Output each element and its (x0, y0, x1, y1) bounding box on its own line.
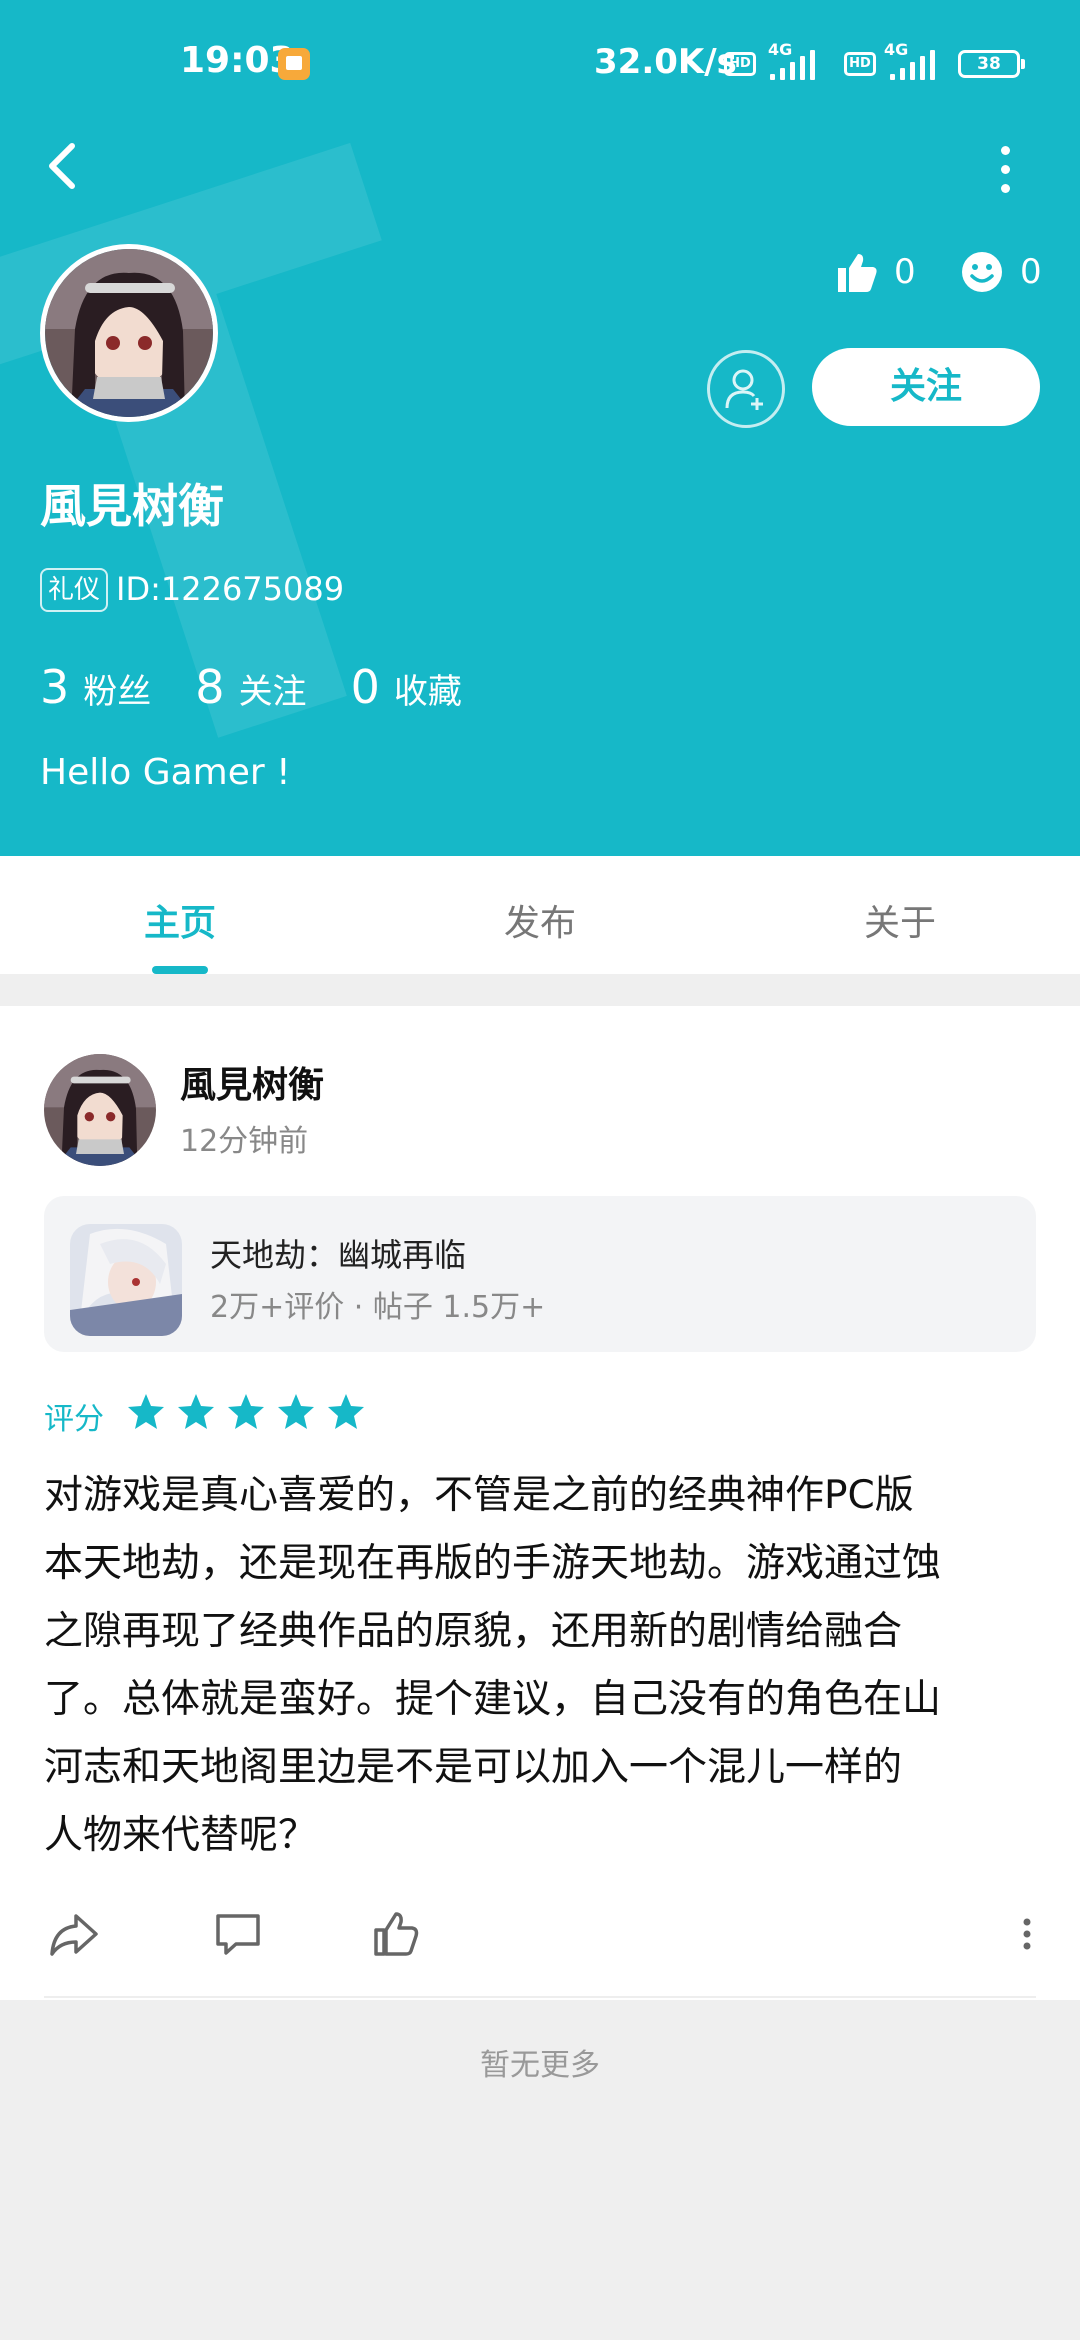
following-label[interactable]: 关注 (239, 664, 307, 713)
avatar[interactable] (40, 244, 218, 422)
tab-home[interactable]: 主页 (80, 894, 280, 946)
signal-icon-2 (890, 48, 950, 80)
likes-stat[interactable]: 0 (834, 250, 916, 294)
post-line: 本天地劫，还是现在再版的手游天地劫。游戏通过蚀 (44, 1541, 942, 1586)
followers-count[interactable]: 3 (40, 660, 69, 714)
post-line: 了。总体就是蛮好。提个建议，自己没有的角色在山 (44, 1677, 942, 1722)
more-vertical-icon (1023, 1918, 1031, 1950)
thumbs-up-outline-icon (374, 1912, 419, 1956)
post-line: 人物来代替呢？ (44, 1813, 318, 1858)
back-button[interactable] (38, 138, 88, 194)
follow-button[interactable]: 关注 (812, 348, 1040, 426)
post-card[interactable]: 風見树衡 12分钟前 天地劫：幽城再临 2万+评价 · 帖子 1.5万+ 评分 … (0, 1006, 1080, 2000)
post-line: 之隙再现了经典作品的原貌，还用新的剧情给融合 (44, 1609, 903, 1654)
post-line: 对游戏是真心喜爱的，不管是之前的经典神作PC版 (44, 1473, 914, 1518)
status-bar: 19:03 32.0K/s HD 4G HD 4G 38 (0, 0, 1080, 130)
post-line: 河志和天地阁里边是不是可以加入一个混儿一样的 (44, 1745, 903, 1790)
profile-header: T 19:03 32.0K/s HD 4G HD 4G 38 0 0 关注 風見… (0, 0, 1080, 856)
favorites-count[interactable]: 0 (351, 660, 380, 714)
post-author-avatar[interactable] (44, 1054, 156, 1166)
game-icon (70, 1224, 182, 1336)
star-icon (278, 1394, 314, 1429)
reactions-stat[interactable]: 0 (960, 250, 1042, 294)
smiley-icon (962, 252, 1002, 292)
game-meta: 2万+评价 · 帖子 1.5万+ (210, 1290, 546, 1325)
following-count[interactable]: 8 (195, 660, 224, 714)
post-more-button[interactable] (1012, 1906, 1042, 1962)
favorites-label[interactable]: 收藏 (394, 664, 462, 713)
game-link-card[interactable]: 天地劫：幽城再临 2万+评价 · 帖子 1.5万+ (44, 1196, 1036, 1352)
rating-stars (126, 1392, 376, 1432)
notification-app-icon (278, 48, 310, 80)
share-icon (50, 1914, 98, 1956)
user-badge[interactable]: 礼仪 (40, 568, 109, 612)
game-icon-image (70, 1224, 182, 1336)
comment-button[interactable] (210, 1906, 266, 1962)
more-vertical-icon (1000, 146, 1010, 155)
star-icon (128, 1394, 164, 1429)
avatar-image (45, 249, 213, 417)
tab-about[interactable]: 关于 (800, 894, 1000, 946)
likes-count: 0 (894, 252, 916, 292)
post-timestamp: 12分钟前 (180, 1124, 309, 1159)
avatar-image (44, 1054, 156, 1166)
add-friend-button[interactable] (707, 350, 785, 428)
like-button[interactable] (368, 1906, 424, 1962)
share-button[interactable] (46, 1906, 102, 1962)
game-title: 天地劫：幽城再临 (210, 1236, 467, 1274)
active-tab-indicator (152, 966, 208, 974)
followers-label[interactable]: 粉丝 (83, 664, 151, 713)
more-button[interactable] (990, 140, 1020, 193)
star-icon (178, 1394, 214, 1429)
signal-icon-1 (770, 48, 830, 80)
no-more-text: 暂无更多 (480, 2048, 600, 2083)
tab-posts[interactable]: 发布 (440, 894, 640, 946)
profile-tabs: 主页 发布 关于 (0, 856, 1080, 974)
more-dot (1000, 165, 1010, 174)
profile-bio: Hello Gamer ! (40, 752, 291, 793)
profile-counts: 3 粉丝 8 关注 0 收藏 (40, 660, 506, 714)
divider (44, 1996, 1036, 1998)
user-id: ID:122675089 (116, 570, 345, 608)
star-icon (328, 1394, 364, 1429)
hd-icon-2: HD (844, 52, 876, 76)
add-user-icon (725, 369, 763, 410)
network-speed: 32.0K/s (594, 42, 737, 82)
profile-name: 風見树衡 (40, 479, 224, 533)
thumbs-up-icon (838, 254, 877, 292)
more-dot (1000, 184, 1010, 193)
reactions-count: 0 (1020, 252, 1042, 292)
comment-icon (216, 1914, 260, 1955)
hd-icon: HD (724, 52, 756, 76)
rating-label: 评分 (44, 1402, 104, 1437)
chevron-left-icon (49, 143, 75, 189)
post-author-name[interactable]: 風見树衡 (180, 1056, 324, 1108)
star-icon (228, 1394, 264, 1429)
battery-icon: 38 (958, 50, 1025, 78)
post-content: 对游戏是真心喜爱的，不管是之前的经典神作PC版 本天地劫，还是现在再版的手游天地… (44, 1462, 1040, 1870)
